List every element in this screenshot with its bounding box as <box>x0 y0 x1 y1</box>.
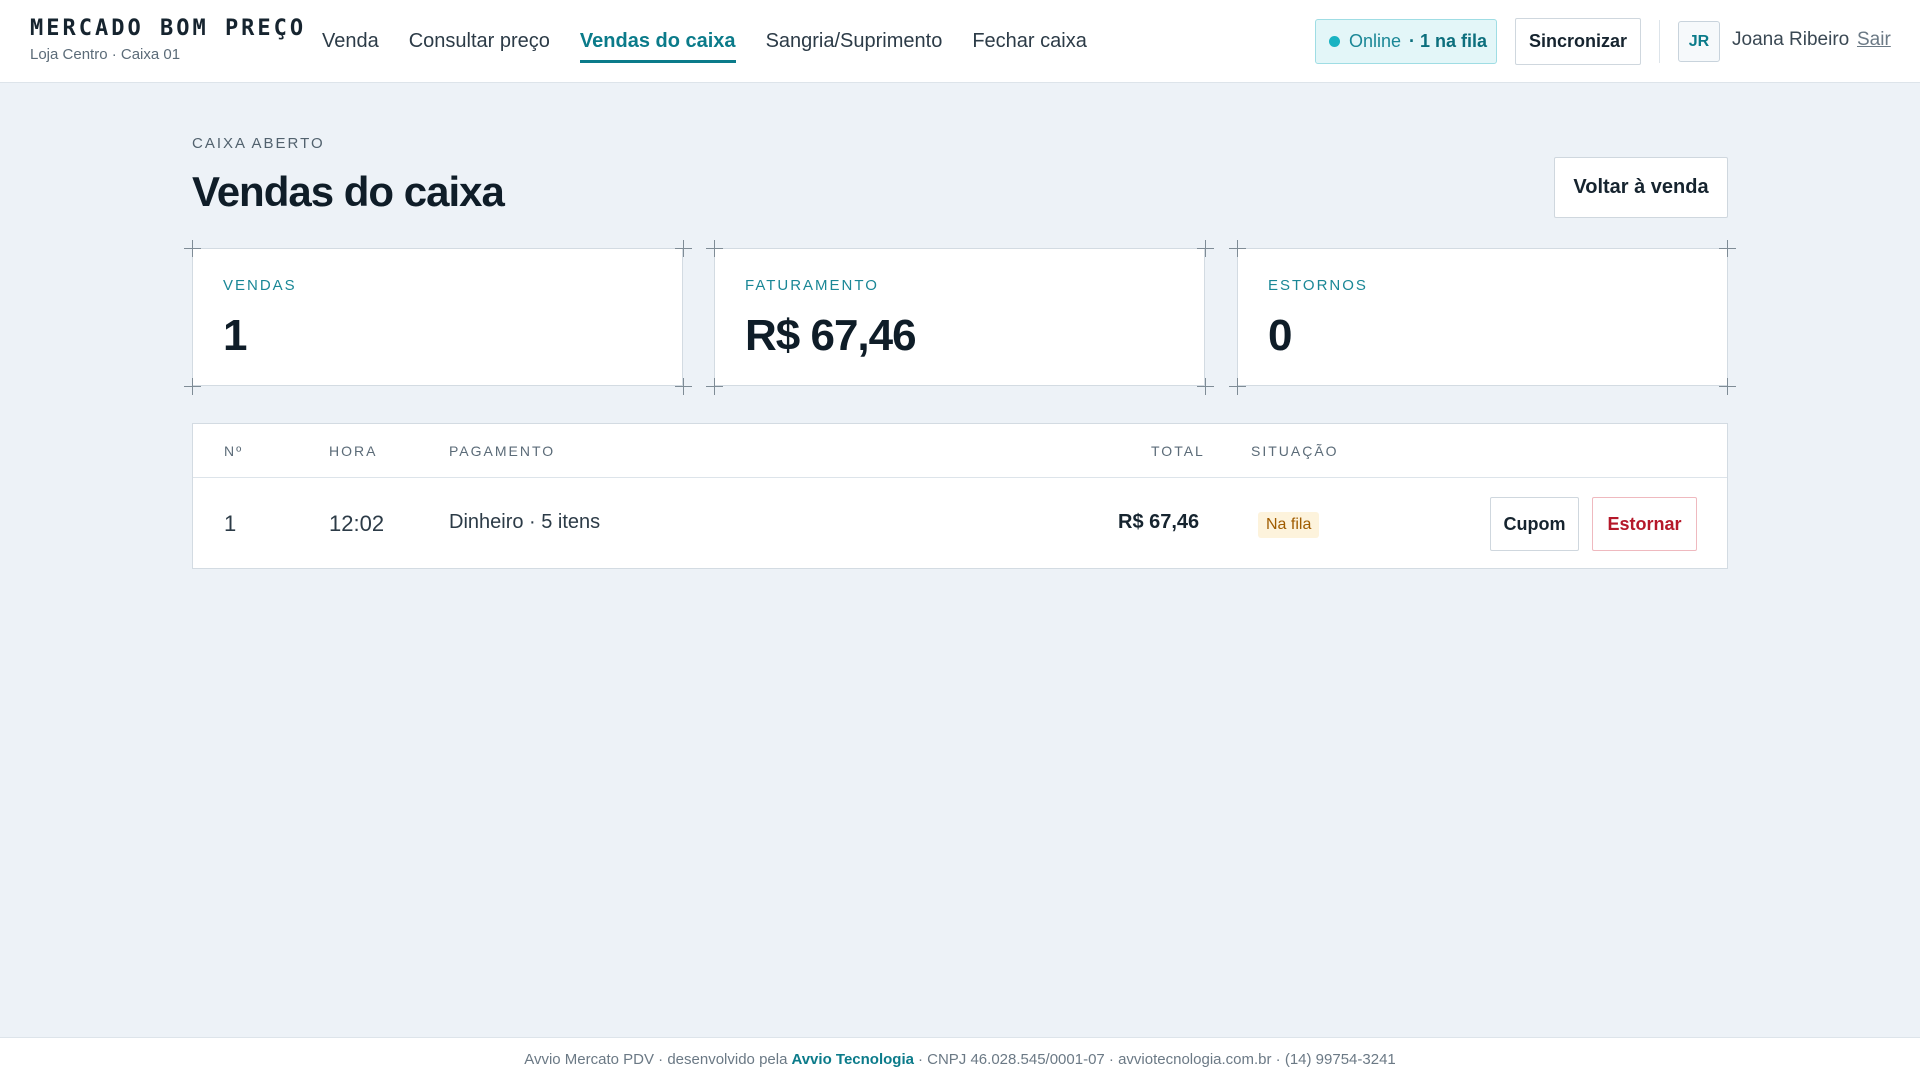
register-state: CAIXA ABERTO <box>192 135 325 152</box>
back-to-sale-button[interactable]: Voltar à venda <box>1554 157 1728 218</box>
nav-venda[interactable]: Venda <box>322 20 379 63</box>
crosshair-icon <box>1229 378 1246 395</box>
column-header-payment: PAGAMENTO <box>449 443 556 459</box>
status-online-label: Online <box>1349 31 1402 51</box>
nav-consultar-preco[interactable]: Consultar preço <box>409 20 550 63</box>
crosshair-icon <box>675 240 692 257</box>
brand: MERCADO BOM PREÇO Loja Centro · Caixa 01 <box>30 16 306 63</box>
user-name: Joana Ribeiro <box>1732 29 1850 50</box>
stat-value: 0 <box>1268 311 1293 360</box>
column-header-status: SITUAÇÃO <box>1251 443 1339 459</box>
footer: Avvio Mercato PDV · desenvolvido pela Av… <box>0 1037 1920 1080</box>
stat-value: 1 <box>223 311 248 360</box>
header-divider <box>1659 20 1660 63</box>
company-link[interactable]: Avvio Tecnologia <box>791 1051 914 1068</box>
avatar: JR <box>1678 21 1720 62</box>
crosshair-icon <box>1197 378 1214 395</box>
stat-card-estornos: ESTORNOS 0 <box>1237 248 1728 386</box>
table-header: Nº HORA PAGAMENTO TOTAL SITUAÇÃO <box>193 424 1727 478</box>
nav-sangria-suprimento[interactable]: Sangria/Suprimento <box>766 20 943 63</box>
sync-button[interactable]: Sincronizar <box>1515 18 1641 65</box>
refund-button[interactable]: Estornar <box>1592 497 1697 551</box>
connection-status: Online · 1 na fila <box>1315 19 1497 64</box>
crosshair-icon <box>675 378 692 395</box>
stat-label: FATURAMENTO <box>745 277 879 294</box>
online-dot-icon <box>1329 36 1340 47</box>
crosshair-icon <box>1229 240 1246 257</box>
main-nav: Venda Consultar preço Vendas do caixa Sa… <box>322 0 1117 83</box>
status-badge: Na fila <box>1258 512 1320 538</box>
sales-table: Nº HORA PAGAMENTO TOTAL SITUAÇÃO 1 12:02… <box>192 423 1728 569</box>
crosshair-icon <box>184 378 201 395</box>
nav-fechar-caixa[interactable]: Fechar caixa <box>972 20 1087 63</box>
page-title: Vendas do caixa <box>192 168 505 215</box>
crosshair-icon <box>706 378 723 395</box>
receipt-button[interactable]: Cupom <box>1490 497 1579 551</box>
stat-value: R$ 67,46 <box>745 311 917 360</box>
crosshair-icon <box>1719 240 1736 257</box>
stat-card-vendas: VENDAS 1 <box>192 248 683 386</box>
store-info: Loja Centro · Caixa 01 <box>30 46 181 63</box>
footer-suffix: · CNPJ 46.028.545/0001-07 · avviotecnolo… <box>917 1050 1396 1068</box>
crosshair-icon <box>1719 378 1736 395</box>
column-header-total: TOTAL <box>1151 443 1205 459</box>
crosshair-icon <box>706 240 723 257</box>
nav-vendas-do-caixa[interactable]: Vendas do caixa <box>579 20 736 63</box>
sale-number: 1 <box>224 511 237 536</box>
sale-payment: Dinheiro · 5 itens <box>449 511 601 533</box>
top-bar: MERCADO BOM PREÇO Loja Centro · Caixa 01… <box>0 0 1920 83</box>
footer-prefix: Avvio Mercato PDV · desenvolvido pela <box>524 1050 788 1068</box>
crosshair-icon <box>184 240 201 257</box>
column-header-num: Nº <box>224 443 244 459</box>
status-queue-count: · 1 na fila <box>1409 31 1488 51</box>
stat-card-faturamento: FATURAMENTO R$ 67,46 <box>714 248 1205 386</box>
stat-label: ESTORNOS <box>1268 277 1368 294</box>
stat-label: VENDAS <box>223 277 297 294</box>
crosshair-icon <box>1197 240 1214 257</box>
logout-link[interactable]: Sair <box>1857 29 1891 51</box>
sale-total: R$ 67,46 <box>1118 511 1200 533</box>
sale-time: 12:02 <box>329 511 385 536</box>
column-header-time: HORA <box>329 443 378 459</box>
brand-name: MERCADO BOM PREÇO <box>30 16 307 41</box>
